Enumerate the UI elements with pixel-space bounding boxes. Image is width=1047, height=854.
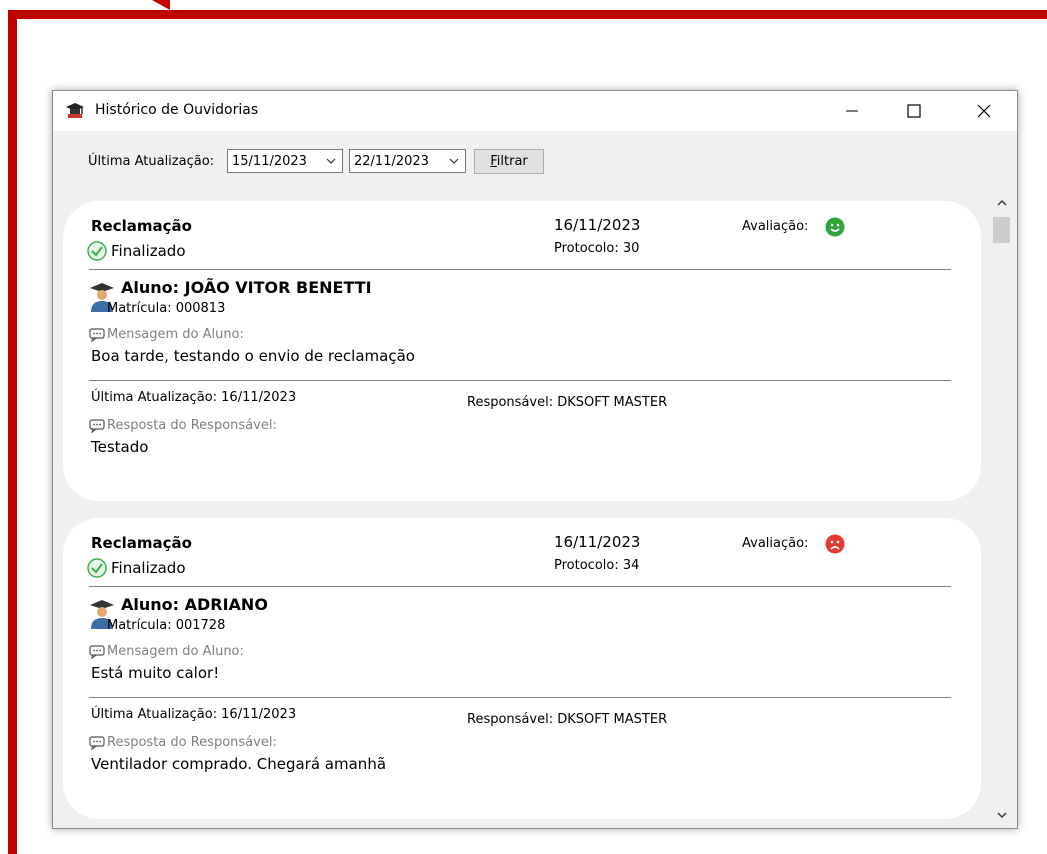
chevron-down-icon: [997, 812, 1007, 818]
minimize-button[interactable]: [829, 91, 875, 131]
filter-button[interactable]: Filtrar: [474, 149, 544, 174]
chevron-down-icon: [326, 158, 336, 164]
status-text: Finalizado: [111, 559, 186, 577]
ticket-card: Reclamação Finalizado 16/11/2023 Protoco…: [63, 201, 981, 501]
slide-frame-top: [8, 10, 1047, 19]
ticket-type: Reclamação: [91, 534, 192, 552]
student-name: Aluno: ADRIANO: [121, 595, 268, 614]
ticket-responsible: Responsável: DKSOFT MASTER: [467, 395, 668, 410]
sad-face-icon: [825, 534, 845, 554]
title-bar[interactable]: Histórico de Ouvidorias: [53, 91, 1017, 131]
ticket-protocol: Protocolo: 30: [554, 241, 640, 256]
happy-face-icon: [825, 217, 845, 237]
window-title: Histórico de Ouvidorias: [95, 102, 259, 118]
responsible-response: Testado: [91, 438, 149, 456]
rating-label: Avaliação:: [742, 536, 809, 551]
ticket-card: Reclamação Finalizado 16/11/2023 Protoco…: [63, 518, 981, 819]
close-button[interactable]: [961, 91, 1007, 131]
message-label: Mensagem do Aluno:: [89, 327, 244, 342]
divider: [89, 380, 951, 381]
student-message: Boa tarde, testando o envio de reclamaçã…: [91, 347, 415, 365]
date-to-picker[interactable]: 22/11/2023: [349, 149, 466, 173]
chat-bubble-icon: [89, 418, 105, 433]
scroll-thumb[interactable]: [993, 217, 1010, 243]
slide-frame-left: [8, 10, 17, 854]
divider: [89, 269, 951, 270]
response-label: Resposta do Responsável:: [89, 418, 277, 433]
ticket-date: 16/11/2023: [554, 216, 641, 234]
close-icon: [977, 104, 991, 118]
chat-bubble-icon: [89, 735, 105, 750]
check-circle-icon: [87, 241, 107, 261]
student-matricula: Matrícula: 000813: [107, 301, 226, 316]
chevron-up-icon: [997, 200, 1007, 206]
date-from-picker[interactable]: 15/11/2023: [227, 149, 343, 173]
student-matricula: Matrícula: 001728: [107, 618, 226, 633]
message-label: Mensagem do Aluno:: [89, 644, 244, 659]
rating-label: Avaliação:: [742, 219, 809, 234]
minimize-icon: [846, 110, 858, 112]
ticket-type: Reclamação: [91, 217, 192, 235]
ticket-responsible: Responsável: DKSOFT MASTER: [467, 712, 668, 727]
student-message: Está muito calor!: [91, 664, 220, 682]
ticket-protocol: Protocolo: 34: [554, 558, 640, 573]
scroll-up-button[interactable]: [989, 191, 1015, 215]
divider: [89, 697, 951, 698]
status-text: Finalizado: [111, 242, 186, 260]
divider: [89, 586, 951, 587]
chat-bubble-icon: [89, 327, 105, 342]
ticket-last-update: Última Atualização: 16/11/2023: [91, 390, 297, 405]
ticket-date: 16/11/2023: [554, 533, 641, 551]
last-update-label: Última Atualização:: [88, 154, 215, 169]
vertical-scrollbar[interactable]: [989, 191, 1015, 827]
ticket-status: Finalizado: [87, 557, 186, 579]
graduation-cap-icon: [65, 101, 85, 121]
chevron-down-icon: [449, 158, 459, 164]
responsible-response: Ventilador comprado. Chegará amanhã: [91, 755, 387, 773]
check-circle-icon: [87, 558, 107, 578]
date-to-value: 22/11/2023: [354, 154, 429, 169]
response-label: Resposta do Responsável:: [89, 735, 277, 750]
chat-bubble-icon: [89, 644, 105, 659]
slide-arrow: [152, 0, 170, 10]
response-label-text: Resposta do Responsável:: [107, 418, 277, 433]
date-from-value: 15/11/2023: [232, 154, 307, 169]
ticket-last-update: Última Atualização: 16/11/2023: [91, 707, 297, 722]
message-label-text: Mensagem do Aluno:: [107, 327, 244, 342]
student-name: Aluno: JOÃO VITOR BENETTI: [121, 278, 372, 297]
maximize-button[interactable]: [891, 91, 937, 131]
filter-toolbar: Última Atualização: 15/11/2023 22/11/202…: [53, 131, 1017, 181]
response-label-text: Resposta do Responsável:: [107, 735, 277, 750]
ticket-status: Finalizado: [87, 240, 186, 262]
message-label-text: Mensagem do Aluno:: [107, 644, 244, 659]
scroll-down-button[interactable]: [989, 803, 1015, 827]
maximize-icon: [907, 104, 921, 118]
history-window: Histórico de Ouvidorias Última Atualizaç…: [52, 90, 1018, 829]
